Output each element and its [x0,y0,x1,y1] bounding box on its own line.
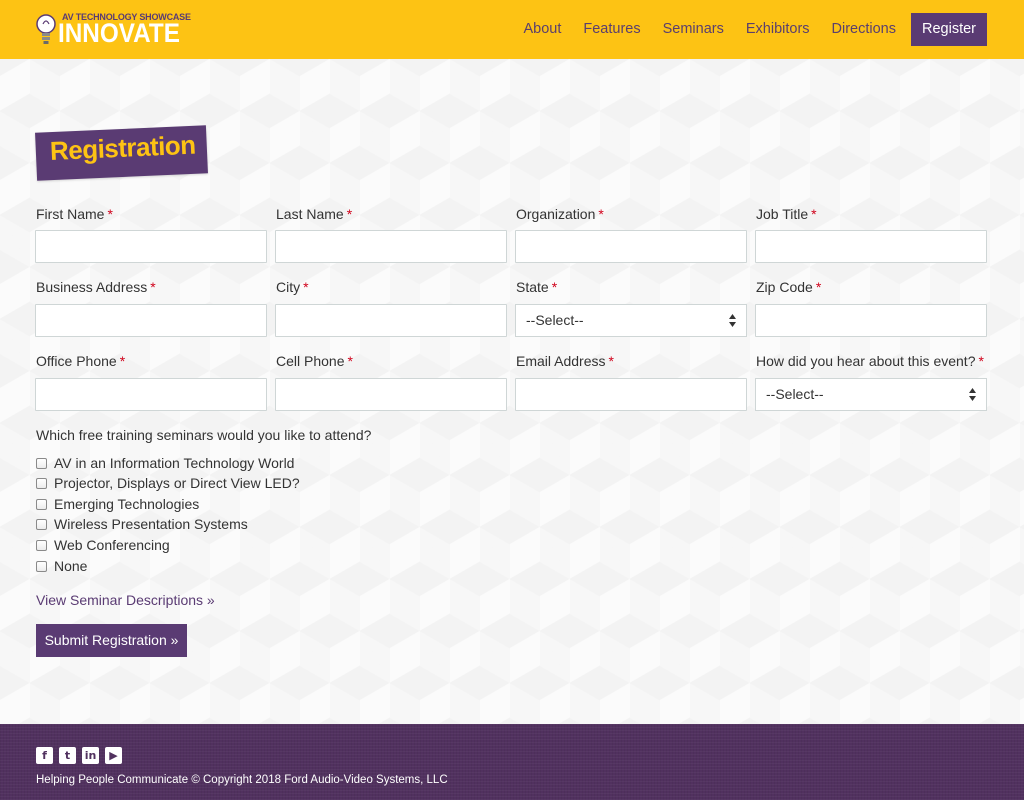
required-mark: * [347,353,353,369]
referral-source-select[interactable]: --Select-- [755,378,987,411]
seminar-option[interactable]: Web Conferencing [36,536,170,554]
seminar-option-label: None [54,558,88,574]
required-mark: * [598,206,604,222]
copyright-text: Helping People Communicate © Copyright 2… [36,774,448,786]
required-mark: * [346,206,353,222]
facebook-icon[interactable]: f [36,747,53,764]
site-logo[interactable]: AV TECHNOLOGY SHOWCASE INNOVATE [36,12,191,48]
required-mark: * [815,279,822,295]
required-mark: * [811,206,817,222]
job-title-label: Job Title * [756,206,817,222]
nav-register-button[interactable]: Register [911,13,987,46]
office-phone-input[interactable] [35,378,267,411]
zip-code-input[interactable] [755,304,987,337]
business-address-label: Business Address * [36,279,156,295]
email-address-label: Email Address * [516,353,614,369]
first-name-label: First Name * [36,206,113,222]
cell-phone-input[interactable] [275,378,507,411]
lightbulb-icon [36,14,56,44]
submit-registration-button[interactable]: Submit Registration » [36,624,187,657]
seminar-option[interactable]: Emerging Technologies [36,495,199,513]
seminar-option[interactable]: AV in an Information Technology World [36,454,294,472]
last-name-input[interactable] [275,230,507,263]
seminar-checkbox[interactable] [36,457,47,469]
city-input[interactable] [275,304,507,337]
required-mark: * [551,279,558,295]
seminar-option-label: Emerging Technologies [54,496,200,512]
first-name-input[interactable] [35,230,267,263]
nav-seminars[interactable]: Seminars [652,13,735,46]
seminar-checkbox[interactable] [36,539,47,551]
required-mark: * [608,353,614,369]
seminar-option-label: AV in an Information Technology World [54,455,295,471]
office-phone-label: Office Phone * [36,353,126,369]
city-label: City * [276,279,309,295]
seminar-option-label: Wireless Presentation Systems [54,516,248,532]
seminar-checkbox[interactable] [36,498,47,510]
seminar-option-label: Web Conferencing [54,537,170,553]
main-content: Registration First Name * Last Name * Orga… [0,59,1024,724]
organization-input[interactable] [515,230,747,263]
seminar-checkbox[interactable] [36,560,47,572]
select-arrows-icon [969,388,976,401]
site-footer: f t in ▶ Helping People Communicate © Co… [0,724,1024,800]
seminar-option[interactable]: Projector, Displays or Direct View LED? [36,474,300,492]
view-seminar-descriptions-link[interactable]: View Seminar Descriptions » [36,592,215,608]
state-label: State * [516,279,558,295]
select-arrows-icon [729,314,736,327]
referral-selected-value: --Select-- [766,386,824,402]
business-address-input[interactable] [35,304,267,337]
state-selected-value: --Select-- [526,312,584,328]
page-title: Registration [49,129,197,166]
state-select[interactable]: --Select-- [515,304,747,337]
linkedin-icon[interactable]: in [82,747,99,764]
cell-phone-label: Cell Phone * [276,353,353,369]
youtube-icon[interactable]: ▶ [105,747,122,764]
nav-directions[interactable]: Directions [821,13,907,46]
required-mark: * [150,279,156,295]
seminar-option-label: Projector, Displays or Direct View LED? [54,475,300,491]
main-nav: About Features Seminars Exhibitors Direc… [512,13,987,46]
logo-wordmark: INNOVATE [58,18,180,48]
required-mark: * [303,279,309,295]
seminar-checkbox[interactable] [36,518,47,530]
email-address-input[interactable] [515,378,747,411]
nav-features[interactable]: Features [572,13,651,46]
site-header: AV TECHNOLOGY SHOWCASE INNOVATE About Fe… [0,0,1024,59]
twitter-icon[interactable]: t [59,747,76,764]
seminar-checkbox[interactable] [36,477,47,489]
job-title-input[interactable] [755,230,987,263]
referral-source-label: How did you hear about this event? * [756,353,984,369]
social-links: f t in ▶ [36,747,128,764]
last-name-label: Last Name * [276,206,353,222]
seminar-option[interactable]: Wireless Presentation Systems [36,515,248,533]
organization-label: Organization * [516,206,604,222]
zip-code-label: Zip Code * [756,279,822,295]
required-mark: * [978,353,984,369]
nav-about[interactable]: About [512,13,572,46]
seminars-question: Which free training seminars would you l… [36,427,372,443]
seminar-option[interactable]: None [36,557,87,575]
nav-exhibitors[interactable]: Exhibitors [735,13,821,46]
required-mark: * [119,353,126,369]
required-mark: * [107,206,113,222]
